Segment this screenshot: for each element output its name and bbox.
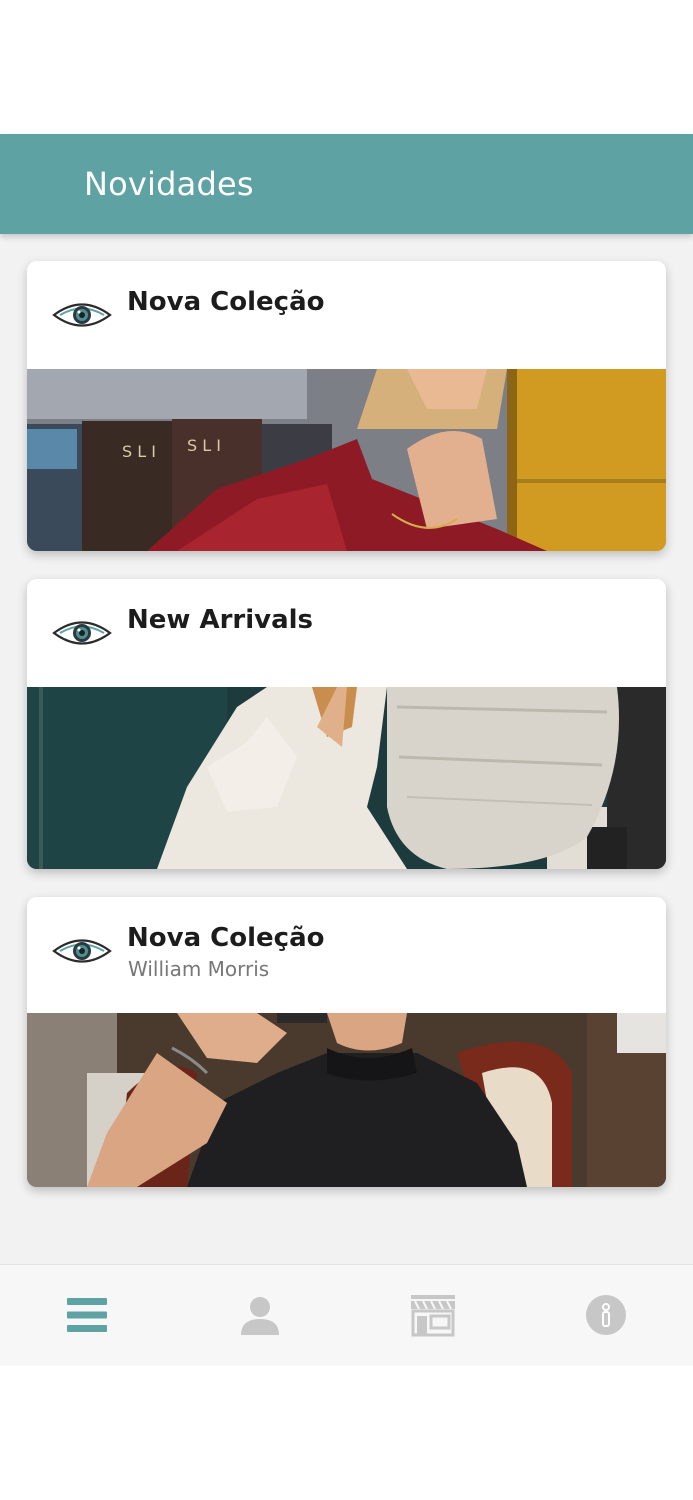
store-icon xyxy=(411,1295,455,1337)
card-title: Nova Coleção xyxy=(127,287,325,317)
info-icon xyxy=(586,1295,626,1335)
status-bar-area xyxy=(0,0,693,134)
news-card-william-morris[interactable]: Nova Coleção William Morris xyxy=(27,897,666,1187)
svg-text:S L I: S L I xyxy=(122,442,156,461)
card-photo-man-black-turtleneck xyxy=(27,1013,666,1187)
eye-icon xyxy=(52,621,112,645)
user-icon xyxy=(241,1297,279,1335)
app-header: Novidades xyxy=(0,134,693,234)
news-card-nova-colecao[interactable]: Nova Coleção S L I S L I xyxy=(27,261,666,551)
eye-icon xyxy=(52,303,112,327)
eye-icon xyxy=(52,939,112,963)
menu-icon xyxy=(67,1298,107,1332)
bottom-navigation xyxy=(0,1264,693,1366)
nav-stores[interactable] xyxy=(408,1290,458,1340)
card-header: Nova Coleção xyxy=(27,261,666,369)
card-photo-woman-white-suit xyxy=(27,687,666,869)
nav-info[interactable] xyxy=(581,1290,631,1340)
nav-profile[interactable] xyxy=(235,1290,285,1340)
svg-text:S L I: S L I xyxy=(187,436,221,455)
system-area xyxy=(0,1366,693,1500)
card-subtitle: William Morris xyxy=(128,957,270,981)
card-title: Nova Coleção xyxy=(127,923,325,953)
page-title: Novidades xyxy=(84,165,254,203)
app-screen: Novidades Nova Coleção S L I S L I New A… xyxy=(0,0,693,1500)
card-header: New Arrivals xyxy=(27,579,666,687)
nav-menu[interactable] xyxy=(62,1290,112,1340)
card-photo-woman-red-jacket: S L I S L I xyxy=(27,369,666,551)
news-list: Nova Coleção S L I S L I New Arrivals No… xyxy=(0,234,693,1264)
card-header: Nova Coleção William Morris xyxy=(27,897,666,1013)
card-title: New Arrivals xyxy=(127,605,314,635)
news-card-new-arrivals[interactable]: New Arrivals xyxy=(27,579,666,869)
